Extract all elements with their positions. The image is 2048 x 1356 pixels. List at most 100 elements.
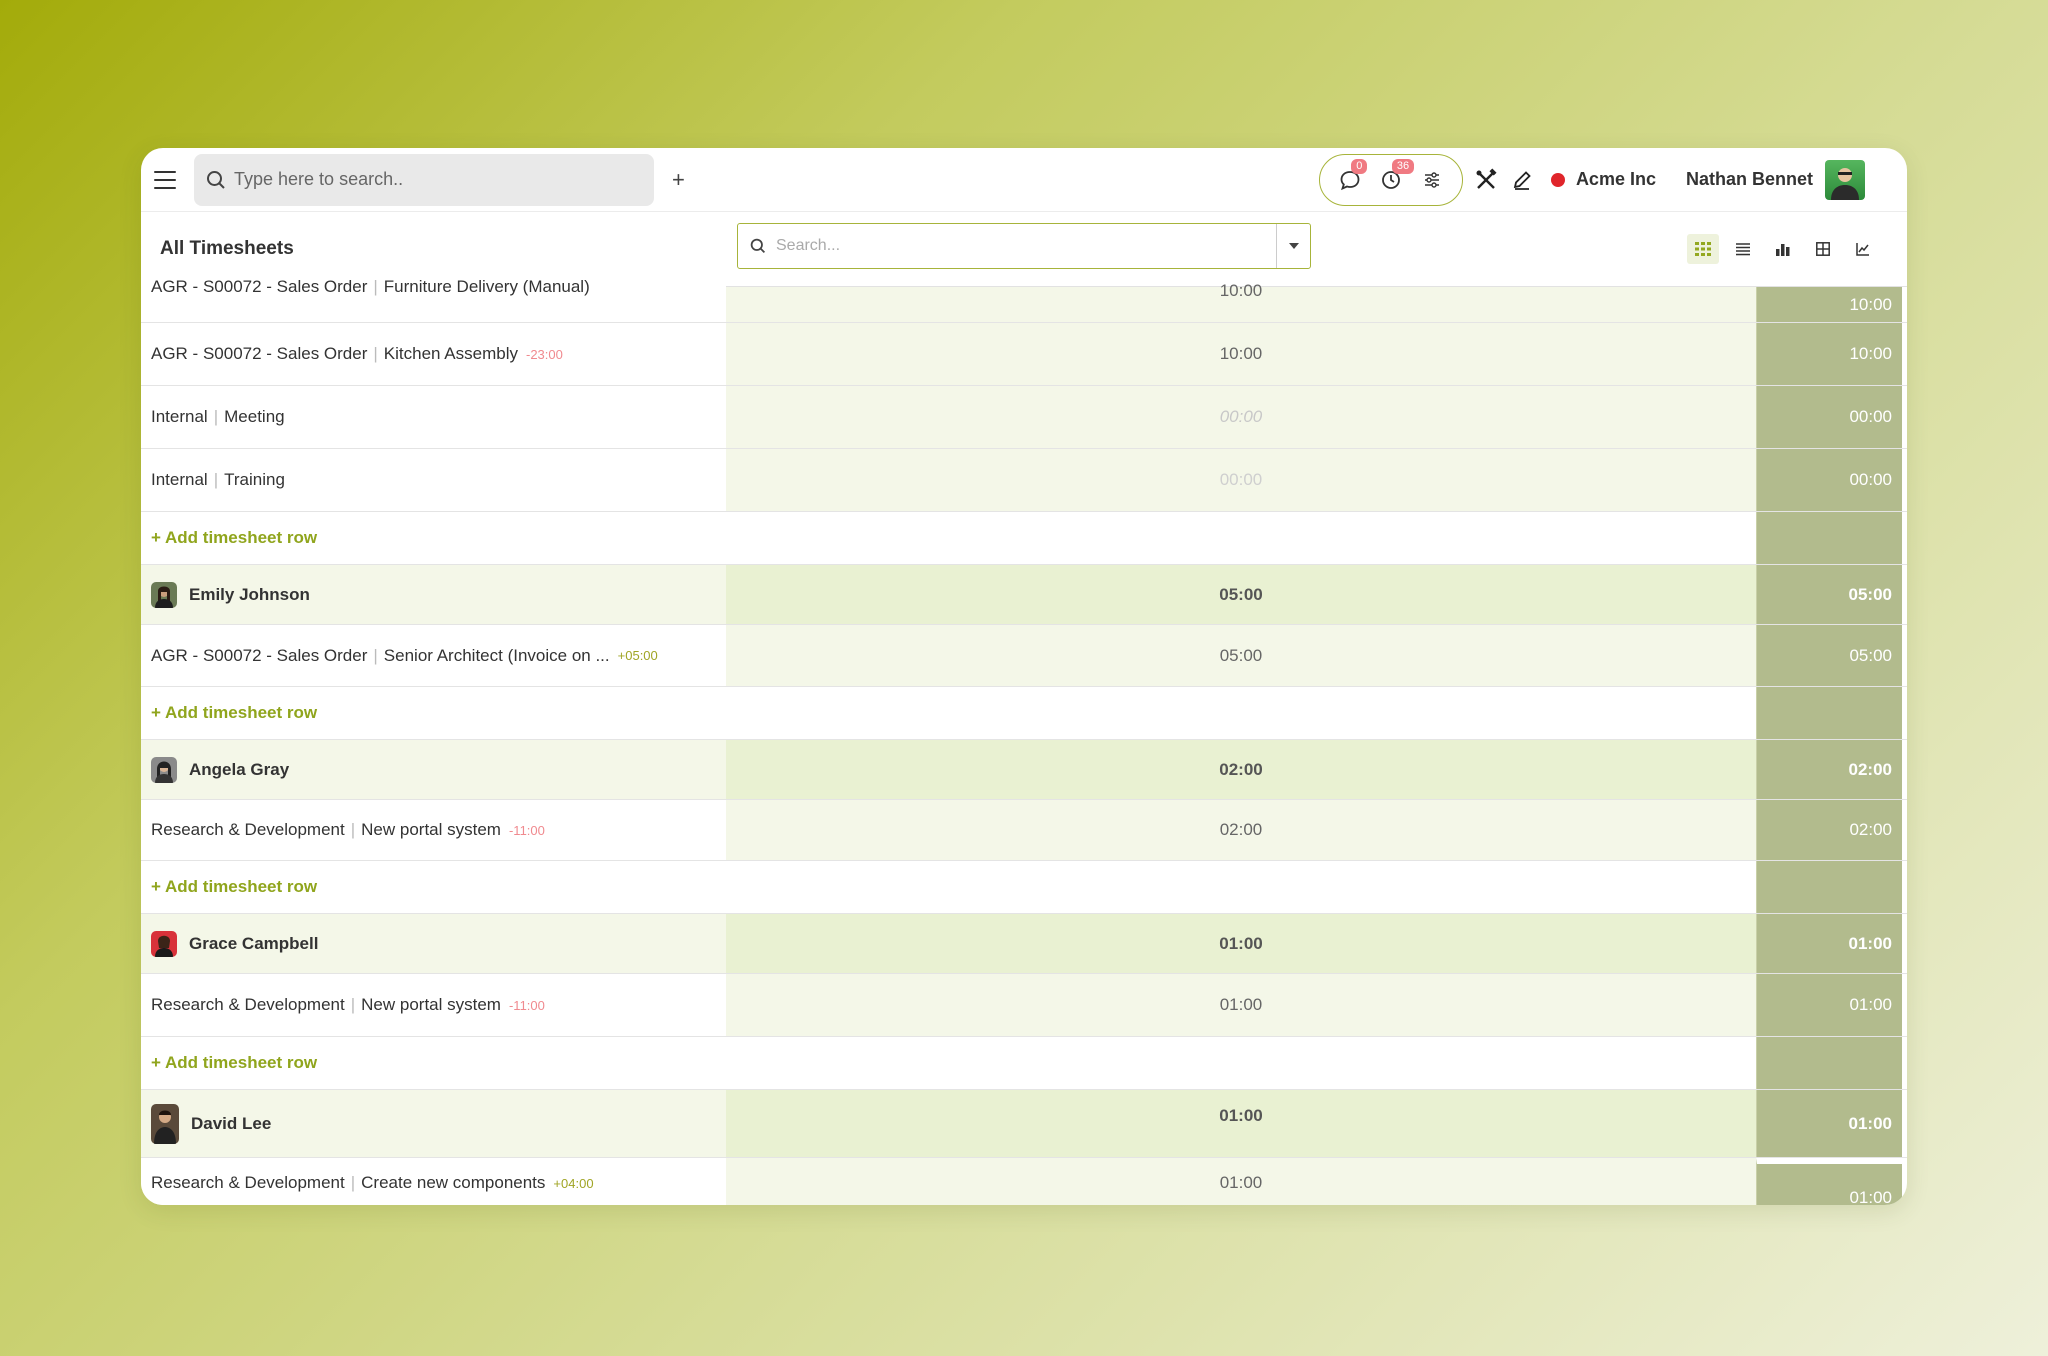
filter-settings-button[interactable] [1419, 167, 1445, 193]
group-row-grace-campbell[interactable]: Grace Campbell 01:00 01:00 [141, 914, 1907, 974]
row-total-value: 10:00 [1849, 294, 1892, 314]
quick-create-button[interactable]: + [672, 167, 685, 193]
user-avatar[interactable] [1825, 159, 1865, 200]
group-label: Emily Johnson [141, 565, 726, 624]
company-switcher[interactable]: Acme Inc [1576, 169, 1656, 190]
add-timesheet-row-button[interactable]: + Add timesheet row [141, 861, 726, 913]
row-total: 01:00 [1756, 1158, 1902, 1205]
table-row[interactable]: Internal | Training 00:00 00:00 [141, 449, 1907, 512]
menu-icon[interactable] [154, 170, 176, 189]
project-name: AGR - S00072 - Sales Order [151, 277, 368, 296]
add-row: + Add timesheet row [141, 861, 1907, 914]
row-label: Research & Development | Create new compon… [141, 1158, 726, 1205]
project-name: Internal [151, 470, 208, 489]
table-row[interactable]: AGR - S00072 - Sales Order | Furniture Del… [141, 277, 1907, 323]
empty-cell [726, 687, 1756, 739]
line-chart-icon [1856, 243, 1869, 256]
table-row[interactable]: Research & Development | New portal system… [141, 974, 1907, 1037]
hours-cell[interactable]: 10:00 [726, 323, 1756, 385]
row-total [1756, 687, 1902, 739]
row-total: 00:00 [1756, 449, 1902, 511]
hours-cell[interactable]: 05:00 [726, 625, 1756, 686]
group-total-value: 05:00 [1848, 584, 1892, 604]
hours-cell[interactable]: 10:00 [726, 281, 1756, 322]
group-total: 01:00 [1756, 914, 1902, 973]
page-title: All Timesheets [160, 238, 294, 259]
project-name: Research & Development [151, 820, 345, 839]
group-hours-cell: 02:00 [726, 740, 1756, 799]
activities-button[interactable]: 36 [1378, 158, 1415, 193]
row-total [1756, 512, 1902, 564]
row-total: 10:00 [1756, 323, 1902, 385]
group-row-david-lee[interactable]: David Lee 01:00 01:00 [141, 1090, 1907, 1158]
graph-view-button[interactable] [1767, 234, 1799, 264]
variance-badge: +05:00 [617, 648, 658, 663]
group-row-emily-johnson[interactable]: Emily Johnson 05:00 05:00 [141, 565, 1907, 625]
row-label: AGR - S00072 - Sales Order | Kitchen Assem… [141, 323, 726, 385]
add-timesheet-row-button[interactable]: + Add timesheet row [141, 1037, 726, 1089]
caret-down-icon [1288, 243, 1299, 249]
add-timesheet-row-button[interactable]: + Add timesheet row [141, 512, 726, 564]
messages-button[interactable]: 0 [1337, 158, 1368, 193]
hours-cell[interactable]: 00:00 [726, 449, 1756, 511]
add-timesheet-row-button[interactable]: + Add timesheet row [141, 687, 726, 739]
group-total-value: 02:00 [1848, 759, 1892, 779]
avatar [151, 756, 177, 783]
app-window: + 0 36 Acme Inc Nathan Bennet [141, 148, 1907, 1205]
list-icon [1736, 243, 1750, 256]
edit-button[interactable] [1509, 167, 1535, 193]
table-row[interactable]: Internal | Meeting 00:00 00:00 [141, 386, 1907, 449]
view-search[interactable] [737, 223, 1311, 269]
view-header: All Timesheets [141, 212, 1907, 287]
group-hours-value: 01:00 [1219, 933, 1263, 953]
hours-value: 00:00 [1219, 407, 1263, 426]
search-options-toggle[interactable] [1276, 224, 1310, 268]
add-row: + Add timesheet row [141, 687, 1907, 740]
empty-cell [726, 512, 1756, 564]
hours-cell[interactable]: 01:00 [726, 1158, 1756, 1205]
sliders-icon [1424, 171, 1439, 188]
hours-cell[interactable]: 01:00 [726, 974, 1756, 1036]
group-label: Angela Gray [141, 740, 726, 799]
empty-cell [726, 861, 1756, 913]
project-name: AGR - S00072 - Sales Order [151, 645, 368, 665]
table-row[interactable]: Research & Development | Create new compon… [141, 1158, 1907, 1205]
group-label: Grace Campbell [141, 914, 726, 973]
table-row[interactable]: Research & Development | New portal system… [141, 800, 1907, 861]
row-total [1756, 861, 1902, 913]
tools-button[interactable] [1473, 167, 1499, 193]
table-row[interactable]: AGR - S00072 - Sales Order | Senior Archit… [141, 625, 1907, 687]
variance-badge: -23:00 [525, 346, 563, 362]
variance-badge: -11:00 [508, 997, 545, 1013]
hours-value: 05:00 [1219, 645, 1263, 665]
line-view-button[interactable] [1847, 234, 1879, 264]
hours-value: 02:00 [1219, 820, 1263, 839]
row-total-value: 01:00 [1849, 1188, 1892, 1205]
row-total-value: 00:00 [1849, 407, 1892, 426]
row-total: 10:00 [1756, 287, 1902, 322]
project-name: Research & Development [151, 995, 345, 1014]
add-row: + Add timesheet row [141, 512, 1907, 565]
user-name[interactable]: Nathan Bennet [1686, 169, 1813, 190]
hours-cell[interactable]: 00:00 [726, 386, 1756, 448]
activities-badge: 36 [1391, 158, 1415, 174]
row-label: Research & Development | New portal system… [141, 800, 726, 860]
table-row[interactable]: AGR - S00072 - Sales Order | Kitchen Assem… [141, 323, 1907, 386]
grid-view-button[interactable] [1687, 234, 1719, 264]
pivot-view-button[interactable] [1807, 234, 1839, 264]
global-search[interactable] [194, 153, 654, 206]
group-row-angela-gray[interactable]: Angela Gray 02:00 02:00 [141, 740, 1907, 800]
global-search-input[interactable] [234, 169, 614, 190]
search-icon [207, 170, 225, 189]
list-view-button[interactable] [1727, 234, 1759, 264]
status-dot [1550, 172, 1565, 187]
row-total-value: 10:00 [1849, 344, 1892, 363]
task-name: Create new components [361, 1173, 546, 1192]
hours-cell[interactable]: 02:00 [726, 800, 1756, 860]
task-name: Furniture Delivery (Manual) [383, 277, 590, 296]
group-hours-value: 02:00 [1219, 759, 1263, 779]
view-search-input[interactable] [776, 237, 1276, 255]
hours-value: 01:00 [1219, 995, 1263, 1014]
hours-value: 10:00 [1219, 281, 1263, 300]
group-total: 02:00 [1756, 740, 1902, 799]
